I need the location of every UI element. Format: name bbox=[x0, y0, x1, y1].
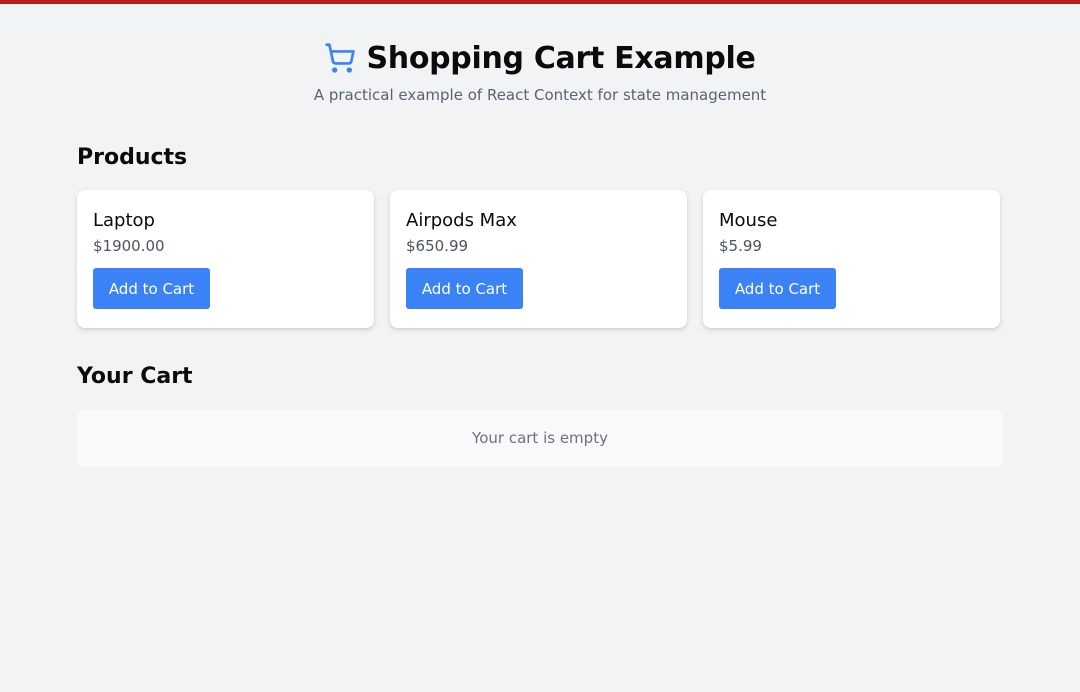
product-grid: Laptop $1900.00 Add to Cart Airpods Max … bbox=[77, 190, 1003, 328]
product-price: $5.99 bbox=[719, 237, 762, 255]
shopping-cart-icon bbox=[324, 42, 356, 74]
product-name: Laptop bbox=[93, 210, 155, 231]
empty-cart-message: Your cart is empty bbox=[472, 429, 608, 447]
page-header: Shopping Cart Example A practical exampl… bbox=[0, 38, 1080, 105]
title-row: Shopping Cart Example bbox=[0, 38, 1080, 78]
product-price: $1900.00 bbox=[93, 237, 165, 255]
add-to-cart-button[interactable]: Add to Cart bbox=[719, 268, 836, 309]
product-card: Mouse $5.99 Add to Cart bbox=[703, 190, 1000, 328]
empty-cart-panel: Your cart is empty bbox=[77, 409, 1003, 467]
product-name: Airpods Max bbox=[406, 210, 517, 231]
product-name: Mouse bbox=[719, 210, 778, 231]
product-price: $650.99 bbox=[406, 237, 469, 255]
product-card: Airpods Max $650.99 Add to Cart bbox=[390, 190, 687, 328]
cart-heading: Your Cart bbox=[77, 364, 193, 389]
add-to-cart-button[interactable]: Add to Cart bbox=[93, 268, 210, 309]
add-to-cart-button[interactable]: Add to Cart bbox=[406, 268, 523, 309]
top-accent-bar bbox=[0, 0, 1080, 4]
page-subtitle: A practical example of React Context for… bbox=[313, 86, 767, 104]
product-card: Laptop $1900.00 Add to Cart bbox=[77, 190, 374, 328]
page-title: Shopping Cart Example bbox=[366, 40, 756, 76]
products-heading: Products bbox=[77, 145, 188, 170]
